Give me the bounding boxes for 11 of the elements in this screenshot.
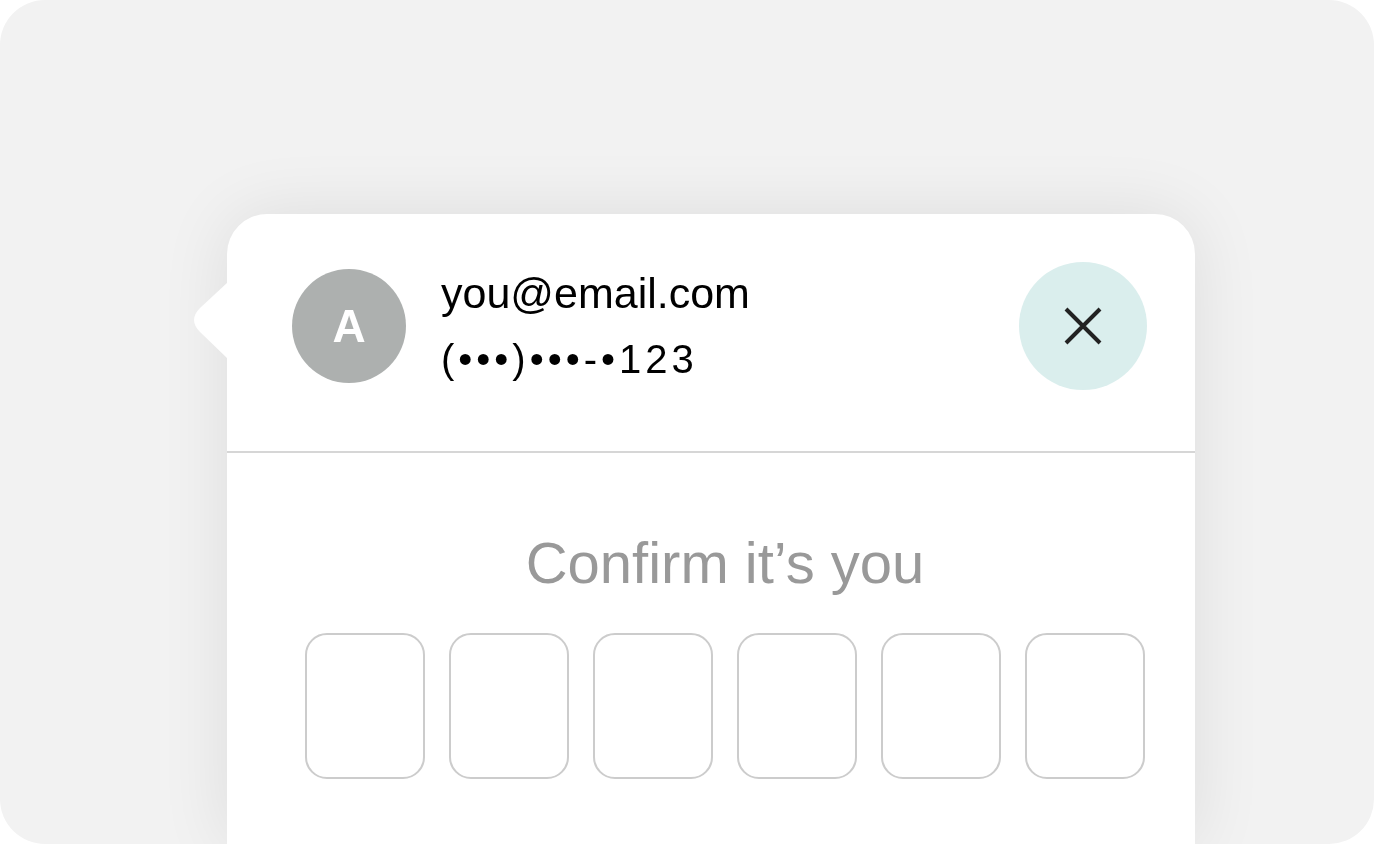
- code-digit-field[interactable]: [449, 633, 569, 779]
- confirm-heading: Confirm it’s you: [525, 529, 925, 597]
- avatar: A: [292, 269, 406, 383]
- account-email: you@email.com: [441, 268, 750, 319]
- close-icon: [1064, 307, 1102, 345]
- code-digit-field[interactable]: [1025, 633, 1145, 779]
- code-digit-field[interactable]: [737, 633, 857, 779]
- code-digit-field[interactable]: [881, 633, 1001, 779]
- code-digit-field[interactable]: [305, 633, 425, 779]
- code-digit-field[interactable]: [593, 633, 713, 779]
- account-phone: (•••)•••-•123: [441, 336, 698, 383]
